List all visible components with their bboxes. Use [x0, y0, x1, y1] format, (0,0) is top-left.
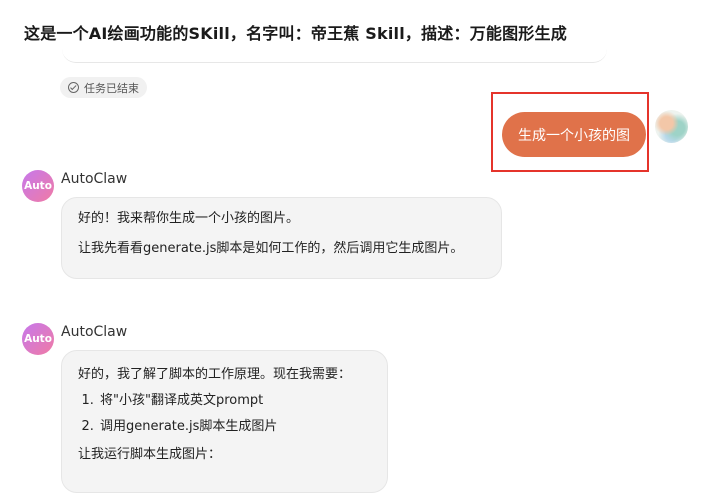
list-item: 调用generate.js脚本生成图片 — [98, 417, 371, 437]
check-circle-icon — [68, 82, 79, 93]
steps-list: 将"小孩"翻译成英文prompt 调用generate.js脚本生成图片 — [78, 391, 371, 437]
previous-card-edge — [62, 38, 607, 63]
bot-avatar: Auto — [22, 170, 54, 202]
message-paragraph: 好的，我了解了脚本的工作原理。现在我需要： — [78, 367, 352, 382]
message-paragraph: 好的！我来帮你生成一个小孩的图片。 — [78, 211, 300, 226]
task-status-chip: 任务已结束 — [60, 77, 147, 98]
message-paragraph: 让我先看看generate.js脚本是如何工作的，然后调用它生成图片。 — [78, 241, 464, 256]
list-item: 将"小孩"翻译成英文prompt — [98, 391, 371, 411]
user-avatar[interactable] — [655, 110, 688, 143]
user-message-bubble: 生成一个小孩的图 — [502, 112, 646, 157]
bot-avatar: Auto — [22, 323, 54, 355]
bot-message-bubble: 好的，我了解了脚本的工作原理。现在我需要： 将"小孩"翻译成英文prompt 调… — [61, 350, 388, 493]
message-paragraph: 让我运行脚本生成图片： — [78, 447, 222, 462]
bot-sender-name: AutoClaw — [61, 324, 128, 340]
bot-sender-name: AutoClaw — [61, 171, 128, 187]
bot-message-bubble: 好的！我来帮你生成一个小孩的图片。 让我先看看generate.js脚本是如何工… — [61, 197, 502, 279]
task-status-label: 任务已结束 — [84, 81, 139, 95]
